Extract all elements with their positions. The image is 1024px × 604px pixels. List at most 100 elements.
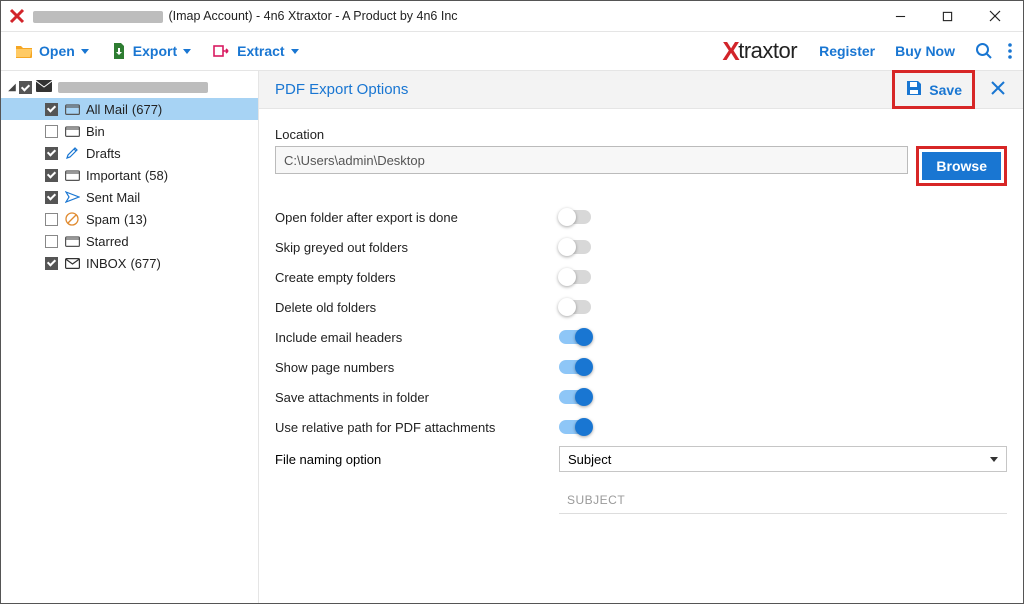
file-naming-row: File naming option Subject [275,444,1007,474]
option-row: Delete old folders [275,292,1007,322]
folder-open-icon [15,43,33,59]
root-checkbox[interactable] [19,81,32,94]
tree-item-label: Sent Mail [86,190,140,205]
tree-item-checkbox[interactable] [45,169,58,182]
browse-button-highlight: Browse [916,146,1007,186]
tree-item-checkbox[interactable] [45,213,58,226]
spam-icon [64,212,80,226]
folder-icon [64,102,80,116]
register-link[interactable]: Register [819,43,875,59]
search-icon[interactable] [975,42,993,60]
export-label: Export [133,43,177,59]
sent-icon [64,190,80,204]
tree-item-checkbox[interactable] [45,103,58,116]
options-panel: PDF Export Options Save Location [259,71,1023,603]
folder-icon [64,124,80,138]
location-row: Browse [275,146,1007,186]
option-toggle[interactable] [559,420,591,434]
tree-item-all-mail[interactable]: All Mail (677) [1,98,258,120]
option-toggle[interactable] [559,210,591,224]
tree-item-label: INBOX [86,256,126,271]
option-toggle[interactable] [559,270,591,284]
tree-item-count: (677) [130,256,160,271]
brand-x-icon: X [722,36,739,67]
chevron-down-icon [183,49,191,54]
maximize-button[interactable] [925,2,970,30]
option-label: Use relative path for PDF attachments [275,420,559,435]
option-label: Delete old folders [275,300,559,315]
app-logo-icon [9,8,25,24]
file-naming-label: File naming option [275,452,559,467]
save-icon [905,79,923,100]
file-export-icon [111,42,127,60]
inbox-icon [64,256,80,270]
tree-item-starred[interactable]: Starred [1,230,258,252]
tree-item-spam[interactable]: Spam (13) [1,208,258,230]
option-toggle[interactable] [559,240,591,254]
open-menu-button[interactable]: Open [15,43,89,59]
tree-item-label: Starred [86,234,129,249]
option-label: Open folder after export is done [275,210,559,225]
naming-sample: SUBJECT [559,486,1007,514]
options-list: Open folder after export is doneSkip gre… [275,202,1007,442]
folder-icon [64,234,80,248]
main-toolbar: Open Export Extract Xtraxtor Register Bu… [1,31,1023,71]
option-toggle[interactable] [559,330,591,344]
panel-body: Location Browse Open folder after export… [259,109,1023,603]
more-options-icon[interactable] [1007,42,1013,60]
tree-item-label: All Mail [86,102,128,117]
naming-sample-row: SUBJECT [275,486,1007,514]
tree-item-checkbox[interactable] [45,147,58,160]
app-window: (Imap Account) - 4n6 Xtraxtor - A Produc… [0,0,1024,604]
extract-icon [213,44,231,58]
save-button[interactable]: Save [899,75,968,104]
option-toggle[interactable] [559,360,591,374]
option-row: Use relative path for PDF attachments [275,412,1007,442]
export-menu-button[interactable]: Export [111,42,191,60]
option-row: Create empty folders [275,262,1007,292]
option-row: Include email headers [275,322,1007,352]
tree-item-count: (13) [124,212,147,227]
chevron-down-icon [990,457,998,462]
file-naming-value: Subject [568,452,611,467]
browse-button[interactable]: Browse [922,152,1001,180]
tree-item-label: Important [86,168,141,183]
open-label: Open [39,43,75,59]
tree-item-bin[interactable]: Bin [1,120,258,142]
save-label: Save [929,82,962,98]
option-label: Save attachments in folder [275,390,559,405]
tree-item-label: Bin [86,124,105,139]
tree-item-checkbox[interactable] [45,235,58,248]
tree-item-checkbox[interactable] [45,257,58,270]
option-label: Show page numbers [275,360,559,375]
close-panel-button[interactable] [985,77,1011,103]
close-button[interactable] [972,2,1017,30]
tree-root[interactable]: ◢ [1,77,258,98]
location-input[interactable] [275,146,908,174]
option-toggle[interactable] [559,300,591,314]
tree-item-label: Drafts [86,146,121,161]
redacted-account-name [58,82,208,93]
extract-menu-button[interactable]: Extract [213,43,298,59]
mail-icon [36,80,52,95]
draft-icon [64,146,80,160]
file-naming-select[interactable]: Subject [559,446,1007,472]
redacted-account [33,11,163,23]
body: ◢ All Mail (677) Bin Drafts Important (58) S… [1,71,1023,603]
option-row: Open folder after export is done [275,202,1007,232]
extract-label: Extract [237,43,284,59]
minimize-button[interactable] [878,2,923,30]
buy-now-link[interactable]: Buy Now [895,43,955,59]
tree-item-important[interactable]: Important (58) [1,164,258,186]
option-label: Create empty folders [275,270,559,285]
tree-item-inbox[interactable]: INBOX (677) [1,252,258,274]
tree-item-checkbox[interactable] [45,191,58,204]
tree-item-checkbox[interactable] [45,125,58,138]
option-toggle[interactable] [559,390,591,404]
option-row: Save attachments in folder [275,382,1007,412]
tree-item-drafts[interactable]: Drafts [1,142,258,164]
panel-title: PDF Export Options [275,81,408,98]
collapse-icon[interactable]: ◢ [7,82,17,93]
option-row: Show page numbers [275,352,1007,382]
tree-item-sent-mail[interactable]: Sent Mail [1,186,258,208]
